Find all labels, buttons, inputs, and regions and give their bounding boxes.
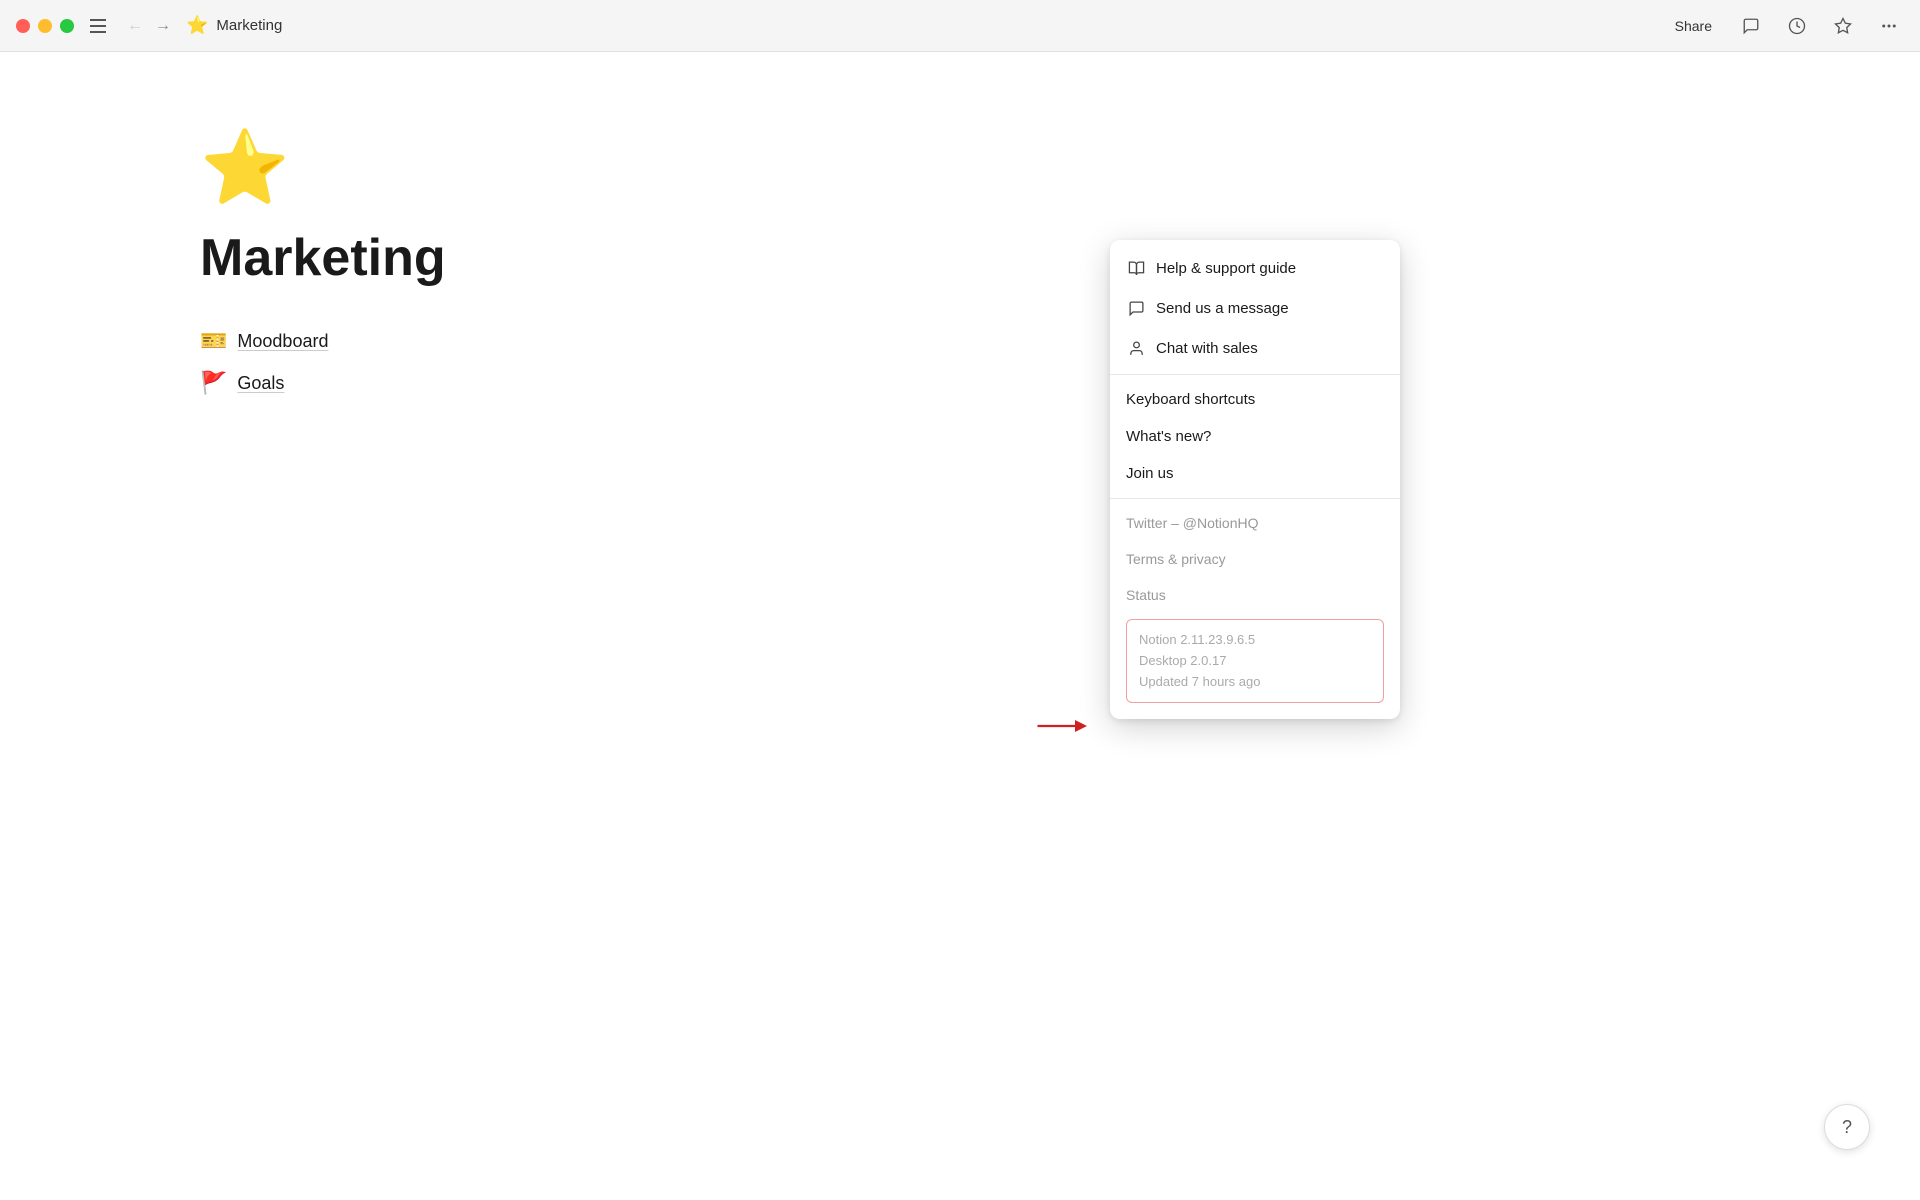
menu-item-sales[interactable]: Chat with sales [1110, 328, 1400, 368]
menu-item-shortcuts-label: Keyboard shortcuts [1126, 391, 1255, 408]
menu-item-help-label: Help & support guide [1156, 260, 1296, 277]
close-button[interactable] [16, 19, 30, 33]
page-icon-small: ⭐ [186, 15, 208, 36]
page-title: Marketing [216, 17, 282, 34]
menu-item-twitter-label: Twitter – @NotionHQ [1126, 515, 1258, 531]
book-icon [1126, 258, 1146, 278]
page-heading: Marketing [200, 228, 1920, 288]
comment-icon[interactable] [1736, 11, 1766, 41]
more-options-icon[interactable] [1874, 11, 1904, 41]
menu-item-shortcuts[interactable]: Keyboard shortcuts [1110, 381, 1400, 418]
version-line2: Desktop 2.0.17 [1139, 651, 1371, 672]
version-line3: Updated 7 hours ago [1139, 672, 1371, 693]
goals-link[interactable]: Goals [237, 373, 284, 394]
minimize-button[interactable] [38, 19, 52, 33]
menu-item-terms-label: Terms & privacy [1126, 551, 1226, 567]
menu-item-message-label: Send us a message [1156, 300, 1289, 317]
menu-item-whats-new[interactable]: What's new? [1110, 418, 1400, 455]
page-title-bar: ⭐ Marketing [186, 15, 1667, 36]
page-icon: ⭐ [200, 132, 1920, 204]
goals-icon: 🚩 [200, 370, 227, 396]
hamburger-menu-icon[interactable] [90, 15, 112, 37]
arrow-annotation [1030, 706, 1090, 751]
menu-item-join[interactable]: Join us [1110, 455, 1400, 492]
forward-button[interactable]: → [152, 15, 174, 37]
list-item[interactable]: 🎫 Moodboard [200, 328, 1920, 354]
menu-item-terms[interactable]: Terms & privacy [1110, 541, 1400, 577]
titlebar: ← → ⭐ Marketing Share [0, 0, 1920, 52]
menu-item-sales-label: Chat with sales [1156, 340, 1258, 357]
dropdown-menu: Help & support guide Send us a message C… [1110, 240, 1400, 719]
favorite-icon[interactable] [1828, 11, 1858, 41]
history-icon[interactable] [1782, 11, 1812, 41]
menu-item-join-label: Join us [1126, 465, 1174, 482]
menu-item-status-label: Status [1126, 587, 1166, 603]
version-info-box: Notion 2.11.23.9.6.5 Desktop 2.0.17 Upda… [1126, 619, 1384, 703]
moodboard-link[interactable]: Moodboard [237, 331, 328, 352]
page-links: 🎫 Moodboard 🚩 Goals [200, 328, 1920, 396]
moodboard-icon: 🎫 [200, 328, 227, 354]
maximize-button[interactable] [60, 19, 74, 33]
menu-item-help[interactable]: Help & support guide [1110, 248, 1400, 288]
traffic-lights [16, 19, 74, 33]
menu-item-twitter[interactable]: Twitter – @NotionHQ [1110, 505, 1400, 541]
message-icon [1126, 298, 1146, 318]
share-button[interactable]: Share [1667, 14, 1720, 38]
menu-item-message[interactable]: Send us a message [1110, 288, 1400, 328]
list-item[interactable]: 🚩 Goals [200, 370, 1920, 396]
menu-item-whats-new-label: What's new? [1126, 428, 1211, 445]
main-content: ⭐ Marketing 🎫 Moodboard 🚩 Goals [0, 52, 1920, 396]
menu-divider-1 [1110, 374, 1400, 375]
nav-arrows: ← → [124, 15, 174, 37]
version-line1: Notion 2.11.23.9.6.5 [1139, 630, 1371, 651]
menu-divider-2 [1110, 498, 1400, 499]
menu-item-status[interactable]: Status [1110, 577, 1400, 613]
help-button[interactable]: ? [1824, 1104, 1870, 1150]
titlebar-actions: Share [1667, 11, 1904, 41]
back-button[interactable]: ← [124, 15, 146, 37]
person-icon [1126, 338, 1146, 358]
